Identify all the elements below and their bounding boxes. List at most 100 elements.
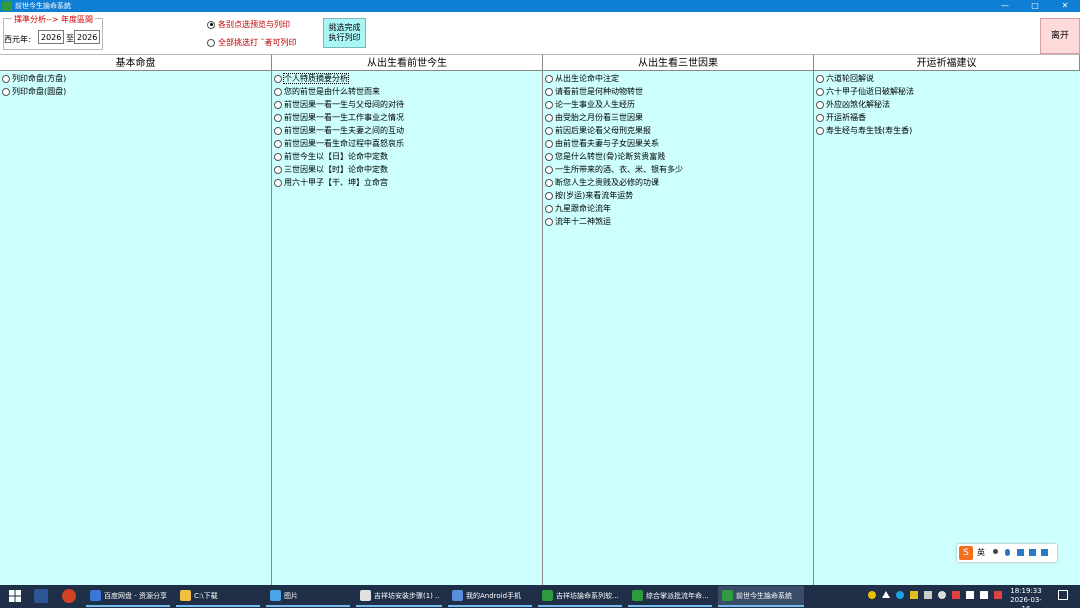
app-icon	[542, 590, 553, 601]
list-item-label: 请看前世是何种动物转世	[555, 87, 643, 96]
document-icon	[360, 590, 371, 601]
tray-app-icon[interactable]	[896, 591, 904, 599]
list-item[interactable]: 寿生经与寿生钱(寿生香)	[816, 125, 912, 137]
ime-indicator-icon[interactable]	[994, 591, 1002, 599]
display-icon[interactable]	[966, 591, 974, 599]
column-header-past-life: 从出生看前世今生	[272, 54, 543, 71]
clock-time: 18:19:33	[1010, 587, 1042, 595]
list-item[interactable]: 列印命盘(圆盘)	[2, 86, 66, 98]
list-item[interactable]: 由前世看夫妻与子女因果关系	[545, 138, 659, 150]
list-item[interactable]: 从出生论命中注定	[545, 73, 619, 85]
list-item-label: 按(岁运)来看流年运势	[555, 191, 634, 200]
toolbox-icon[interactable]	[1041, 549, 1048, 556]
volume-icon[interactable]	[980, 591, 988, 599]
radio-icon	[2, 74, 10, 83]
list-item[interactable]: 六十甲子仙逝日破解秘法	[816, 86, 914, 98]
radio-print-all[interactable]: 全部挑选打 ˇ者可列印	[207, 37, 297, 48]
list-item[interactable]: 前世因果一看一生夫妻之间的互动	[274, 125, 404, 137]
security-shield-icon[interactable]	[910, 591, 918, 599]
radio-icon	[274, 165, 282, 174]
radio-icon	[545, 204, 553, 213]
western-year-label: 西元年:	[4, 35, 31, 44]
list-item-label: 外应凶煞化解秘法	[826, 100, 890, 109]
task-label: 吉祥坊安装步骤(1) ...	[374, 592, 440, 600]
clock[interactable]: 18:19:33 2026-03-16	[1008, 587, 1044, 614]
maximize-button[interactable]: □	[1020, 0, 1050, 12]
list-item[interactable]: 一生所带来的酒、衣、米、银有多少	[545, 164, 683, 176]
list-item-label: 前因后果论看父母刑克果报	[555, 126, 651, 135]
list-item[interactable]: 您的前世是由什么转世而来	[274, 86, 380, 98]
list-item[interactable]: 您是什么转世(骨)论断贫贵富贱	[545, 151, 665, 163]
powerpoint-icon[interactable]	[62, 589, 76, 603]
print-button[interactable]: 挑选完成 执行列印	[323, 18, 366, 48]
list-item[interactable]: 论一生事业及人生经历	[545, 99, 635, 111]
taskbar-task[interactable]: 吉祥坊安装步骤(1) ...	[356, 586, 442, 607]
year-range-legend: 擇準分析--> 年度區間	[12, 14, 96, 25]
list-item[interactable]: 流年十二神煞运	[545, 216, 611, 228]
close-button[interactable]: ✕	[1050, 0, 1080, 12]
column-karma: 从出生论命中注定 请看前世是何种动物转世 论一生事业及人生经历 由受胎之月份看三…	[543, 71, 814, 585]
list-item[interactable]: 由受胎之月份看三世因果	[545, 112, 643, 124]
list-item[interactable]: 列印命盘(方盘)	[2, 73, 66, 85]
keyboard-icon[interactable]	[1017, 549, 1024, 556]
minimize-button[interactable]: —	[990, 0, 1020, 12]
word-icon[interactable]	[34, 589, 48, 603]
title-bar: 前世今生論命系統 — □ ✕	[0, 0, 1080, 12]
list-item[interactable]: 六道轮回解说	[816, 73, 874, 85]
list-item[interactable]: 按(岁运)来看流年运势	[545, 190, 633, 202]
ime-toolbar[interactable]: S 英	[957, 544, 1057, 562]
chevron-up-icon[interactable]	[882, 591, 890, 598]
window-title: 前世今生論命系統	[15, 2, 71, 10]
skin-icon[interactable]	[1029, 549, 1036, 556]
taskbar-task[interactable]: 综合掌派批流年命...	[628, 586, 712, 607]
leave-button[interactable]: 离开	[1040, 18, 1080, 54]
task-label: 我的Android手机	[466, 592, 522, 600]
taskbar-task-active[interactable]: 前世今生論命系統	[718, 586, 804, 607]
taskbar-task[interactable]: 图片	[266, 586, 350, 607]
radio-icon	[816, 126, 824, 135]
notification-icon[interactable]	[1058, 590, 1068, 600]
radio-icon	[274, 87, 282, 96]
list-item[interactable]: 前世因果一看一生工作事业之情况	[274, 112, 404, 124]
radio-preview-individual[interactable]: 各别点选预览与列印	[207, 19, 290, 30]
list-item[interactable]: 外应凶煞化解秘法	[816, 99, 890, 111]
radio-icon	[545, 87, 553, 96]
column-header-basic-chart: 基本命盘	[0, 54, 272, 71]
tray-icon[interactable]	[868, 591, 876, 599]
list-item[interactable]: 三世因果以【时】论命中定数	[274, 164, 388, 176]
list-item[interactable]: 断您人生之贵贱及必修的功课	[545, 177, 659, 189]
list-item-label: 前世因果一看一生夫妻之间的互动	[284, 126, 404, 135]
list-item[interactable]: 个人特质摘要分析	[274, 73, 349, 85]
taskbar-task[interactable]: 百度网盘 - 资源分享	[86, 586, 170, 607]
sogou-tray-icon[interactable]	[952, 591, 960, 599]
radio-icon	[274, 100, 282, 109]
punctuation-icon[interactable]	[993, 549, 998, 554]
list-item[interactable]: 请看前世是何种动物转世	[545, 86, 643, 98]
baidu-netdisk-icon	[90, 590, 101, 601]
list-item[interactable]: 前世因果一看生命过程中喜怒哀乐	[274, 138, 404, 150]
radio-all-label: 全部挑选打 ˇ者可列印	[218, 38, 297, 47]
list-item-label: 六道轮回解说	[826, 74, 874, 83]
year-from-input[interactable]: 2026	[38, 30, 64, 44]
list-item[interactable]: 九星跟命论流年	[545, 203, 611, 215]
windows-start-icon[interactable]	[8, 589, 22, 603]
app-icon	[632, 590, 643, 601]
column-header-karma: 从出生看三世因果	[543, 54, 814, 71]
taskbar-task[interactable]: 我的Android手机	[448, 586, 532, 607]
taskbar-task[interactable]: C:\下载	[176, 586, 260, 607]
list-item[interactable]: 前世今生以【日】论命中定数	[274, 151, 388, 163]
list-item[interactable]: 前世因果一看一生与父母间的对待	[274, 99, 404, 111]
list-item-label: 个人特质摘要分析	[283, 73, 349, 84]
radio-icon	[274, 126, 282, 135]
list-item[interactable]: 前因后果论看父母刑克果报	[545, 125, 651, 137]
list-item-label: 您的前世是由什么转世而来	[284, 87, 380, 96]
toolbar	[0, 12, 1080, 53]
tray-app-icon[interactable]	[924, 591, 932, 599]
year-to-input[interactable]: 2026	[74, 30, 100, 44]
network-icon[interactable]	[938, 591, 946, 599]
taskbar-task[interactable]: 吉祥坊論命系列软...	[538, 586, 622, 607]
list-item-label: 六十甲子仙逝日破解秘法	[826, 87, 914, 96]
microphone-icon[interactable]	[1005, 549, 1010, 556]
list-item[interactable]: 开运祈福香	[816, 112, 866, 124]
list-item[interactable]: 用六十甲子【干、坤】立命宫	[274, 177, 388, 189]
